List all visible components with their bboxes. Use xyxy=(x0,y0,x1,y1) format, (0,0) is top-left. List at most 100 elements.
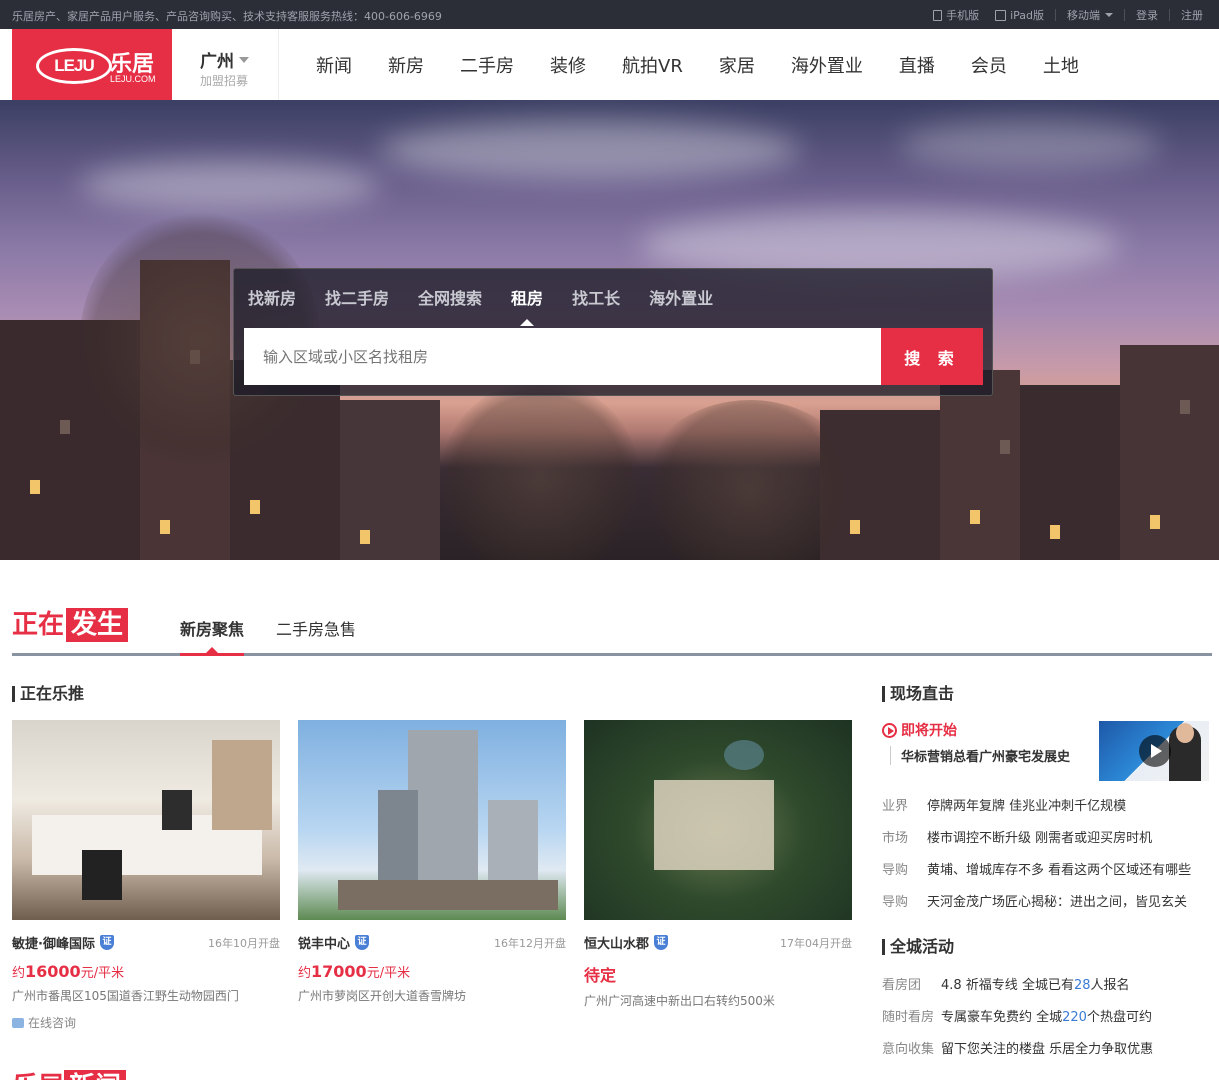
property-address: 广州市萝岗区开创大道香雪牌坊 xyxy=(298,989,467,1003)
property-price: 待定 xyxy=(584,966,617,985)
property-photo[interactable] xyxy=(12,720,280,920)
phone-icon xyxy=(933,9,943,21)
chair xyxy=(82,850,122,900)
nav-land[interactable]: 土地 xyxy=(1025,52,1097,78)
register-link[interactable]: 注册 xyxy=(1173,7,1211,23)
leju-logo[interactable]: LEJU 乐居 LEJU.COM xyxy=(12,29,172,100)
window xyxy=(360,530,370,544)
nav-aerial-vr[interactable]: 航拍VR xyxy=(604,52,701,78)
list-item[interactable]: 意向收集 留下您关注的楼盘 乐居全力争取优惠 xyxy=(882,1031,1212,1063)
window xyxy=(60,420,70,434)
nav-new-homes[interactable]: 新房 xyxy=(370,52,442,78)
host-head xyxy=(1176,723,1194,743)
tab-new-home-focus[interactable]: 新房聚焦 xyxy=(180,616,245,656)
live-heading: 现场直击 xyxy=(882,686,954,702)
logo-en-text: LEJU.COM xyxy=(110,74,156,84)
building xyxy=(1020,385,1120,560)
property-name[interactable]: 恒大山水郡证 xyxy=(584,933,669,952)
opening-date: 17年04月开盘 xyxy=(780,936,852,950)
city-selector[interactable]: 广州 加盟招募 xyxy=(172,29,279,100)
nav-home[interactable]: 家居 xyxy=(701,52,773,78)
window xyxy=(250,500,260,514)
property-address: 广州广河高速中新出口右转约500米 xyxy=(584,994,775,1008)
tab-rent[interactable]: 租房 xyxy=(511,285,543,326)
window xyxy=(160,520,170,534)
property-card[interactable]: 敏捷·御峰国际证 16年10月开盘 约16000元/平米 广州市番禺区105国道… xyxy=(12,720,280,1031)
tab-new-homes[interactable]: 找新房 xyxy=(248,285,296,309)
tab-overseas[interactable]: 海外置业 xyxy=(649,285,713,309)
property-price: 约17000元/平米 xyxy=(298,962,411,981)
chevron-down-icon xyxy=(1105,13,1113,17)
tab-resale-urgent[interactable]: 二手房急售 xyxy=(276,616,356,656)
building-cluster xyxy=(654,780,774,870)
property-photo[interactable] xyxy=(298,720,566,920)
search-button[interactable]: 搜 索 xyxy=(881,328,983,385)
live-thumbnail[interactable] xyxy=(1099,721,1209,781)
nav-member[interactable]: 会员 xyxy=(953,52,1025,78)
nav-news[interactable]: 新闻 xyxy=(298,52,370,78)
search-panel: 找新房 找二手房 全网搜索 租房 找工长 海外置业 搜 索 xyxy=(233,268,993,396)
property-photo[interactable] xyxy=(584,720,852,920)
property-card[interactable]: 锐丰中心证 16年12月开盘 约17000元/平米 广州市萝岗区开创大道香雪牌坊 xyxy=(298,720,566,1004)
list-item[interactable]: 随时看房 专属豪车免费约 全城220个热盘可约 xyxy=(882,999,1212,1031)
events-heading: 全城活动 xyxy=(882,939,954,955)
window xyxy=(1050,525,1060,539)
lamp xyxy=(162,790,192,830)
divider xyxy=(1124,9,1125,21)
search-input[interactable] xyxy=(244,328,881,385)
chevron-down-icon xyxy=(239,56,249,63)
promo-heading: 正在乐推 xyxy=(12,686,84,702)
active-tab-caret xyxy=(520,319,535,326)
window xyxy=(1180,400,1190,414)
list-item[interactable]: 导购 黄埔、增城库存不多 看看这两个区域还有哪些 xyxy=(882,852,1212,884)
section-title: 正在 发生 xyxy=(12,608,129,642)
play-circle-icon xyxy=(882,722,897,738)
property-price: 约16000元/平米 xyxy=(12,962,125,981)
chat-icon xyxy=(12,1017,24,1028)
online-consult-link[interactable]: 在线咨询 xyxy=(12,1014,280,1031)
play-icon[interactable] xyxy=(1139,735,1171,767)
nav-decoration[interactable]: 装修 xyxy=(532,52,604,78)
property-name[interactable]: 锐丰中心证 xyxy=(298,933,370,952)
cloud-streak xyxy=(80,160,380,210)
nav-overseas[interactable]: 海外置业 xyxy=(773,52,881,78)
tab-all-search[interactable]: 全网搜索 xyxy=(418,285,482,309)
franchise-link[interactable]: 加盟招募 xyxy=(200,72,248,89)
list-item[interactable]: 市场 楼市调控不断升级 刚需者或迎买房时机 xyxy=(882,820,1212,852)
window xyxy=(30,480,40,494)
property-card[interactable]: 恒大山水郡证 17年04月开盘 待定 广州广河高速中新出口右转约500米 xyxy=(584,720,852,1009)
ipad-version-link[interactable]: iPad版 xyxy=(987,7,1052,23)
window xyxy=(1150,515,1160,529)
list-item[interactable]: 看房团 4.8 祈福专线 全城已有28人报名 xyxy=(882,967,1212,999)
tablet-icon xyxy=(995,9,1007,21)
tab-resale[interactable]: 找二手房 xyxy=(325,285,389,309)
opening-date: 16年12月开盘 xyxy=(494,936,566,950)
list-item[interactable]: 导购 天河金茂广场匠心揭秘：进出之间，皆见玄关 xyxy=(882,884,1212,916)
tree xyxy=(440,380,640,560)
cloud-streak xyxy=(900,120,1160,170)
main-nav: 新闻 新房 二手房 装修 航拍VR 家居 海外置业 直播 会员 土地 xyxy=(298,29,1097,100)
site-header: LEJU 乐居 LEJU.COM 广州 加盟招募 新闻 新房 二手房 装修 航拍… xyxy=(0,29,1219,100)
building xyxy=(1120,345,1219,560)
property-address: 广州市番禺区105国道香江野生动物园西门 xyxy=(12,989,239,1003)
nav-live[interactable]: 直播 xyxy=(881,52,953,78)
property-name[interactable]: 敏捷·御峰国际证 xyxy=(12,933,114,952)
list-item[interactable]: 业界 停牌两年复牌 佳兆业冲刺千亿规模 xyxy=(882,788,1212,820)
news-list: 业界 停牌两年复牌 佳兆业冲刺千亿规模 市场 楼市调控不断升级 刚需者或迎买房时机 … xyxy=(882,788,1212,916)
building xyxy=(340,400,440,560)
city-name: 广州 xyxy=(200,47,249,72)
live-block: 即将开始 华标营销总看广州豪宅发展史 xyxy=(882,720,1212,781)
mobile-version-link[interactable]: 手机版 xyxy=(925,7,987,23)
tab-contractor[interactable]: 找工长 xyxy=(572,285,620,309)
section-tabs: 新房聚焦 二手房急售 xyxy=(180,616,388,656)
login-link[interactable]: 登录 xyxy=(1128,7,1166,23)
podium xyxy=(338,880,558,910)
service-hotline-notice: 乐居房产、家居产品用户服务、产品咨询购买、技术支持客服服务热线：400-606-… xyxy=(12,10,442,23)
divider xyxy=(1169,9,1170,21)
building xyxy=(940,370,1020,560)
logo-mark: LEJU xyxy=(36,48,112,84)
window xyxy=(970,510,980,524)
nav-resale[interactable]: 二手房 xyxy=(442,52,532,78)
topbar: 乐居房产、家居产品用户服务、产品咨询购买、技术支持客服服务热线：400-606-… xyxy=(0,0,1219,29)
mobile-app-dropdown[interactable]: 移动端 xyxy=(1059,7,1121,23)
